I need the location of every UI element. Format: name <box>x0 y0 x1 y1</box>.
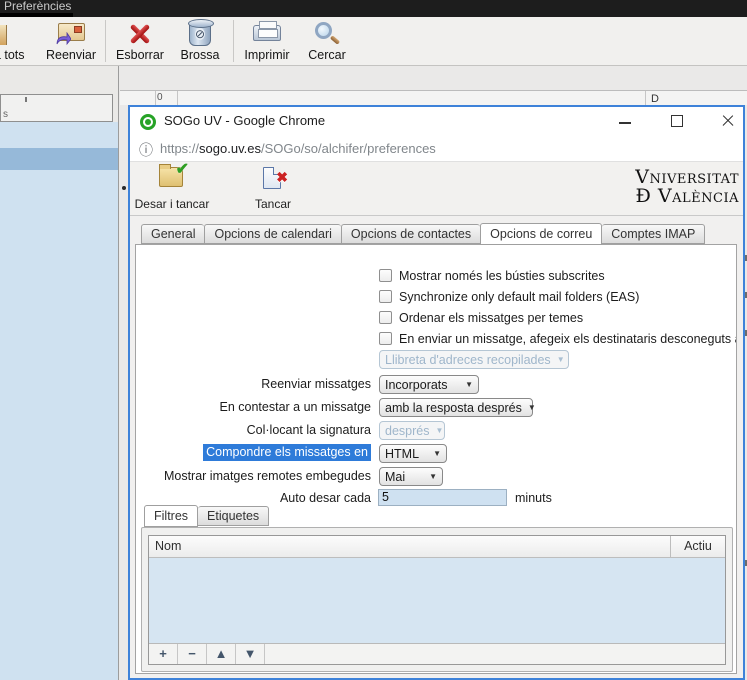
trash-icon <box>189 22 211 46</box>
checkbox-subscribed-only[interactable] <box>379 269 392 282</box>
chevron-down-icon: ▼ <box>423 472 437 481</box>
compose-format-label: Compondre els missatges en <box>136 445 371 459</box>
minimize-button[interactable] <box>610 107 640 133</box>
toolbar-separator <box>105 20 106 62</box>
preferences-toolbar: Desar i tancar Tancar Vniversitat Ɖ Valè… <box>130 162 743 216</box>
checkbox-row[interactable]: Ordenar els missatges per temes <box>379 309 583 326</box>
sogo-favicon <box>140 114 156 130</box>
close-button[interactable] <box>712 107 742 133</box>
window-titlebar[interactable]: SOGo UV - Google Chrome <box>130 107 743 136</box>
checkbox-sync-default-folders[interactable] <box>379 290 392 303</box>
reply-all-icon <box>0 25 7 45</box>
filters-table-header: Nom Actiu <box>149 536 725 558</box>
autosave-suffix: minuts <box>515 491 552 505</box>
move-down-button[interactable]: ▼ <box>236 644 265 664</box>
chevron-down-icon: ▼ <box>429 426 443 435</box>
page-info-icon[interactable]: ⓘ <box>139 140 153 160</box>
tab-contact-options[interactable]: Opcions de contactes <box>341 224 480 244</box>
search-icon <box>315 22 332 39</box>
chrome-popup-window: SOGo UV - Google Chrome ⓘ https://sogo.u… <box>128 105 745 680</box>
checkbox-row[interactable]: En enviar un missatge, afegeix els desti… <box>379 330 737 347</box>
save-and-close-icon <box>159 167 183 187</box>
filters-table: Nom Actiu + − ▲ ▼ <box>148 535 726 665</box>
chevron-down-icon: ▼ <box>551 355 565 364</box>
tab-imap-accounts[interactable]: Comptes IMAP <box>602 224 705 244</box>
reply-all-button[interactable]: e a tots <box>0 19 40 63</box>
forward-button[interactable]: Reenviar <box>42 19 100 63</box>
autosave-label: Auto desar cada <box>136 491 371 505</box>
splitter-handle <box>122 186 126 190</box>
checkbox-row[interactable]: Mostrar només les bústies subscrites <box>379 267 605 284</box>
tab-filters[interactable]: Filtres <box>144 505 198 527</box>
compose-format-select[interactable]: HTML ▼ <box>379 444 447 463</box>
remote-images-select[interactable]: Mai ▼ <box>379 467 443 486</box>
checkbox-row[interactable]: Synchronize only default mail folders (E… <box>379 288 639 305</box>
selected-folder-row[interactable] <box>0 148 118 170</box>
signature-placement-select: després ▼ <box>379 421 445 440</box>
column-header-active[interactable]: Actiu <box>670 536 725 558</box>
chevron-down-icon: ▼ <box>522 403 536 412</box>
folder-sidebar: s <box>0 66 118 680</box>
tab-general[interactable]: General <box>141 224 204 244</box>
mail-options-pane: Mostrar només les bústies subscrites Syn… <box>135 244 737 674</box>
junk-button[interactable]: Brossa <box>171 19 229 63</box>
signature-placement-label: Col·locant la signatura <box>136 423 371 437</box>
filters-table-body[interactable] <box>149 558 725 643</box>
forward-arrow-icon <box>55 32 71 46</box>
toolbar-separator <box>233 20 234 62</box>
print-icon <box>253 25 281 41</box>
reply-placement-label: En contestar a un missatge <box>136 400 371 414</box>
column-header-name[interactable]: Nom <box>155 539 181 553</box>
tab-mail-options[interactable]: Opcions de correu <box>480 223 602 245</box>
background-titlebar: Preferències <box>0 0 747 17</box>
tab-labels[interactable]: Etiquetes <box>198 506 269 526</box>
sidebar-header-box: s <box>0 94 113 122</box>
remote-images-label: Mostrar imatges remotes embegudes <box>136 469 371 483</box>
pane-splitter[interactable] <box>118 66 119 680</box>
save-and-close-button[interactable]: Desar i tancar <box>132 164 212 214</box>
addressbook-select: Llibreta d'adreces recopilades ▼ <box>379 350 569 369</box>
autosave-minutes-input[interactable]: 5 <box>378 489 507 506</box>
universitat-valencia-logo: Vniversitat Ɖ València <box>635 168 739 206</box>
message-list-header: 0 D <box>120 90 747 105</box>
url-bar[interactable]: ⓘ https://sogo.uv.es/SOGo/so/alchifer/pr… <box>130 136 743 162</box>
chevron-down-icon: ▼ <box>459 380 473 389</box>
search-button[interactable]: Cercar <box>300 19 354 63</box>
url-text: https://sogo.uv.es/SOGo/so/alchifer/pref… <box>160 141 436 156</box>
preferences-tabs: General Opcions de calendari Opcions de … <box>141 224 705 245</box>
screen: Preferències e a tots Reenviar Esborrar … <box>0 0 747 680</box>
forward-messages-select[interactable]: Incorporats ▼ <box>379 375 479 394</box>
folder-list[interactable] <box>0 122 118 680</box>
remove-filter-button[interactable]: − <box>178 644 207 664</box>
forward-messages-label: Reenviar missatges <box>136 377 371 391</box>
delete-icon <box>129 23 151 45</box>
mail-toolbar: e a tots Reenviar Esborrar Brossa Imprim… <box>0 17 747 66</box>
filters-table-actions: + − ▲ ▼ <box>149 643 725 664</box>
background-title: Preferències <box>4 0 71 13</box>
reply-placement-select[interactable]: amb la resposta després ▼ <box>379 398 533 417</box>
add-filter-button[interactable]: + <box>149 644 178 664</box>
chevron-down-icon: ▼ <box>427 449 441 458</box>
filters-fieldset: Nom Actiu + − ▲ ▼ <box>141 527 733 672</box>
filters-tabs: Filtres Etiquetes <box>144 506 269 527</box>
cancel-button[interactable]: Tancar <box>246 164 300 214</box>
move-up-button[interactable]: ▲ <box>207 644 236 664</box>
window-title: SOGo UV - Google Chrome <box>164 113 325 128</box>
delete-button[interactable]: Esborrar <box>111 19 169 63</box>
date-column-header: D <box>651 93 659 105</box>
cancel-icon <box>263 167 281 189</box>
print-button[interactable]: Imprimir <box>238 19 296 63</box>
tab-calendar-options[interactable]: Opcions de calendari <box>204 224 340 244</box>
checkbox-sort-by-threads[interactable] <box>379 311 392 324</box>
maximize-button[interactable] <box>662 107 692 133</box>
checkbox-add-unknown-recipients[interactable] <box>379 332 392 345</box>
attachment-column-icon: 0 <box>157 92 163 103</box>
